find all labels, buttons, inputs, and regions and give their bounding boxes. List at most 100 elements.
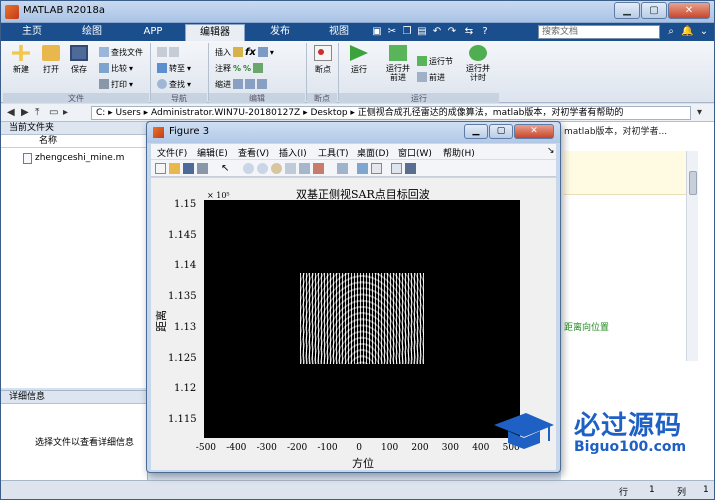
- path-dropdown-icon[interactable]: ▾: [697, 107, 702, 118]
- tab-apps[interactable]: APP: [129, 24, 177, 41]
- y-axis-exponent: × 10⁵: [207, 191, 230, 200]
- advance-button[interactable]: 前进: [417, 71, 445, 83]
- address-bar: ◀ ▶ ⤒ ▭ ▸ C: ▸ Users ▸ Administrator.WIN…: [1, 104, 714, 122]
- goto-button[interactable]: 转至 ▾: [157, 62, 191, 74]
- comment-button[interactable]: 注释 % %: [215, 62, 264, 74]
- help-quick-icon[interactable]: ?: [479, 26, 491, 38]
- run-section-button[interactable]: 运行节: [417, 55, 453, 67]
- up-folder-icon[interactable]: ⤒: [35, 107, 39, 118]
- open-button[interactable]: 打开: [39, 45, 63, 75]
- zoom-in-icon[interactable]: [243, 163, 254, 174]
- menu-desktop[interactable]: 桌面(D): [357, 146, 389, 159]
- print-figure-icon[interactable]: [197, 163, 208, 174]
- save-button[interactable]: 保存: [67, 45, 91, 75]
- print-button[interactable]: 打印 ▾: [99, 78, 133, 90]
- figure-minimize-button[interactable]: ▁: [464, 124, 488, 139]
- run-and-time-button[interactable]: 运行并 计时: [463, 45, 493, 82]
- undo-quick-icon[interactable]: ↶: [431, 26, 443, 38]
- name-column-header[interactable]: 名称: [1, 135, 147, 148]
- legend-icon[interactable]: [371, 163, 382, 174]
- tab-editor[interactable]: 编辑器: [185, 24, 245, 41]
- insert-function-icon: [257, 47, 268, 57]
- close-button[interactable]: ✕: [668, 2, 710, 19]
- forward-arrow-icon: [169, 47, 179, 57]
- compare-button[interactable]: 比较 ▾: [99, 62, 133, 74]
- save-figure-icon[interactable]: [183, 163, 194, 174]
- x-tick-label: 300: [441, 443, 459, 453]
- menu-view[interactable]: 查看(V): [238, 146, 269, 159]
- tab-publish[interactable]: 发布: [253, 24, 307, 41]
- menu-window[interactable]: 窗口(W): [398, 146, 432, 159]
- data-cursor-icon[interactable]: [299, 163, 310, 174]
- folder-open-icon: [42, 45, 60, 61]
- maximize-button[interactable]: ▢: [641, 2, 667, 19]
- menu-insert[interactable]: 插入(I): [279, 146, 307, 159]
- percent-remove-icon: %: [243, 63, 252, 73]
- rotate-3d-icon[interactable]: [285, 163, 296, 174]
- new-button[interactable]: 新建: [9, 45, 33, 75]
- browse-folder-icon[interactable]: ▭: [49, 107, 58, 118]
- switch-windows-icon[interactable]: ⇆: [463, 26, 475, 38]
- figure-close-button[interactable]: ✕: [514, 124, 554, 139]
- figure-title-bar: Figure 3 ▁ ▢ ✕: [147, 122, 560, 143]
- y-tick-label: 1.14: [174, 260, 197, 272]
- save-quick-icon[interactable]: ▣: [371, 26, 383, 38]
- figure-maximize-button[interactable]: ▢: [489, 124, 513, 139]
- nav-back-forward[interactable]: [157, 46, 179, 58]
- find-button[interactable]: 查找 ▾: [157, 78, 191, 90]
- run-advance-button[interactable]: 运行并 前进: [383, 45, 413, 82]
- search-documentation-input[interactable]: 搜索文档: [538, 25, 660, 39]
- run-advance-icon: [389, 45, 407, 61]
- search-icon[interactable]: ⌕: [665, 26, 677, 38]
- scroll-thumb[interactable]: [689, 171, 697, 195]
- increase-indent-icon: [245, 79, 255, 89]
- editor-scrollbar[interactable]: [686, 151, 698, 361]
- menu-tools[interactable]: 工具(T): [318, 146, 349, 159]
- tab-plots[interactable]: 绘图: [69, 24, 115, 41]
- menu-edit[interactable]: 编辑(E): [197, 146, 228, 159]
- brush-icon[interactable]: [313, 163, 324, 174]
- y-tick-label: 1.125: [168, 352, 197, 364]
- forward-nav-icon[interactable]: ▶: [21, 107, 29, 118]
- find-files-button[interactable]: 查找文件: [99, 46, 143, 58]
- insert-section-icon: [233, 47, 243, 57]
- x-tick-label: -300: [256, 443, 277, 453]
- x-tick-label: -500: [195, 443, 217, 453]
- zoom-out-icon[interactable]: [257, 163, 268, 174]
- minimize-button[interactable]: ▁: [614, 2, 640, 19]
- advance-icon: [417, 72, 427, 82]
- paste-quick-icon[interactable]: ▤: [416, 26, 428, 38]
- expand-icon[interactable]: ⌄: [698, 26, 710, 38]
- tab-home[interactable]: 主页: [11, 24, 53, 41]
- menu-help[interactable]: 帮助(H): [443, 146, 475, 159]
- ribbon-tabs: 主页 绘图 APP 编辑器 发布 视图 ▣ ✂ ❐ ▤ ↶ ↷ ⇆ ? 搜索文档…: [1, 23, 714, 41]
- current-folder-panel: 当前文件夹 名称 zhengceshi_mine.m: [1, 122, 148, 388]
- redo-quick-icon[interactable]: ↷: [446, 26, 458, 38]
- folder-path-icon[interactable]: ▸: [63, 107, 68, 118]
- back-nav-icon[interactable]: ◀: [7, 107, 15, 118]
- indent-button[interactable]: 缩进: [215, 78, 267, 90]
- hide-tools-icon[interactable]: [391, 163, 402, 174]
- file-item[interactable]: zhengceshi_mine.m: [1, 151, 147, 165]
- x-tick-label: 200: [411, 443, 429, 453]
- link-plot-icon[interactable]: [337, 163, 348, 174]
- copy-quick-icon[interactable]: ❐: [401, 26, 413, 38]
- editor-tab-title[interactable]: matlab版本，对初学者...: [564, 124, 667, 137]
- notifications-icon[interactable]: 🔔: [681, 26, 693, 38]
- smart-indent-icon: [233, 79, 243, 89]
- tab-view[interactable]: 视图: [313, 24, 365, 41]
- cut-quick-icon[interactable]: ✂: [386, 26, 398, 38]
- insert-button[interactable]: 插入 fx ▾: [215, 46, 274, 58]
- wrap-comment-icon: [253, 63, 264, 73]
- current-folder-path[interactable]: C: ▸ Users ▸ Administrator.WIN7U-2018012…: [91, 106, 691, 120]
- pan-icon[interactable]: [271, 163, 282, 174]
- colorbar-icon[interactable]: [357, 163, 368, 174]
- menubar-arrow-icon[interactable]: ↘: [547, 146, 555, 156]
- new-figure-icon[interactable]: [155, 163, 166, 174]
- menu-file[interactable]: 文件(F): [157, 146, 187, 159]
- breakpoints-button[interactable]: 断点: [311, 45, 335, 75]
- open-file-icon[interactable]: [169, 163, 180, 174]
- edit-plot-icon[interactable]: ↖: [221, 163, 232, 174]
- run-button[interactable]: 运行: [347, 45, 371, 75]
- dock-figure-icon[interactable]: [405, 163, 416, 174]
